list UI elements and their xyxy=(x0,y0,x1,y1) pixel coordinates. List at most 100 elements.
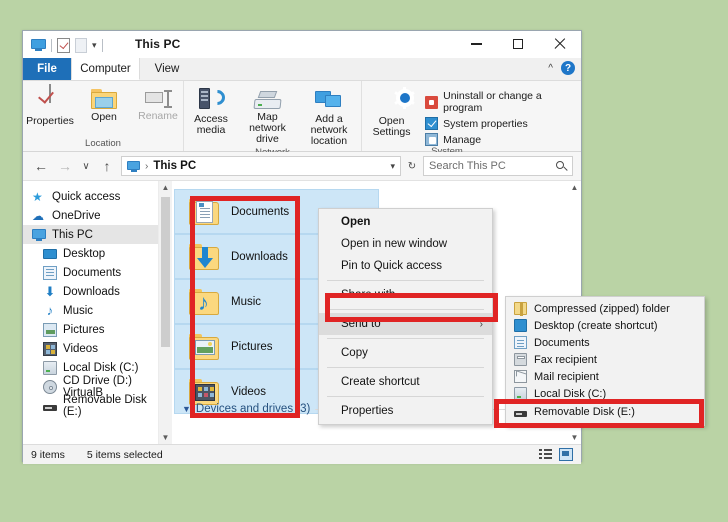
refresh-button[interactable]: ↻ xyxy=(405,156,419,176)
sidebar-item-pictures[interactable]: Pictures xyxy=(23,320,158,339)
new-folder-icon[interactable] xyxy=(75,37,87,53)
tab-file[interactable]: File xyxy=(23,58,71,80)
search-icon xyxy=(556,160,567,172)
maximize-button[interactable] xyxy=(497,31,539,57)
send-to-item-local-disk-c[interactable]: Local Disk (C:) xyxy=(506,385,704,402)
back-button[interactable]: ← xyxy=(31,156,51,176)
ribbon-group-location-items: Properties Open Rename xyxy=(23,81,183,127)
sidebar-item-removable-disk-e[interactable]: Removable Disk (E:) xyxy=(23,394,158,418)
context-menu-item-open-in-new-window[interactable]: Open in new window xyxy=(319,233,492,255)
context-menu-item-copy[interactable]: Copy xyxy=(319,342,492,364)
usb-drive-icon xyxy=(43,404,57,411)
videos-folder-icon xyxy=(189,378,221,406)
breadcrumb[interactable]: This PC xyxy=(153,160,196,172)
window-title: This PC xyxy=(135,37,181,51)
system-properties-icon xyxy=(425,117,439,130)
help-icon[interactable]: ? xyxy=(561,61,575,75)
scroll-up-icon[interactable]: ▲ xyxy=(159,181,172,194)
sidebar-item-documents[interactable]: Documents xyxy=(23,263,158,282)
title-bar: ▾ This PC xyxy=(23,31,581,58)
send-to-item-compressed-folder[interactable]: Compressed (zipped) folder xyxy=(506,300,704,317)
open-settings-button-label: Open Settings xyxy=(372,115,411,138)
sidebar-item-videos[interactable]: Videos xyxy=(23,339,158,358)
sidebar-item-quick-access[interactable]: ★ Quick access xyxy=(23,187,158,206)
downloads-folder-icon xyxy=(189,243,221,271)
sidebar-item-this-pc[interactable]: This PC xyxy=(23,225,158,244)
folder-tile-label: Downloads xyxy=(231,250,288,263)
add-network-location-button[interactable]: Add a network location xyxy=(297,85,361,147)
documents-icon xyxy=(43,265,57,280)
search-placeholder: Search This PC xyxy=(429,160,506,172)
desktop-icon xyxy=(43,247,57,261)
chevron-down-icon[interactable]: ▼ xyxy=(182,404,191,414)
send-to-item-fax-recipient[interactable]: Fax recipient xyxy=(506,351,704,368)
details-view-icon[interactable] xyxy=(539,448,553,461)
zip-icon xyxy=(514,302,527,316)
context-menu-item-send-to[interactable]: Send to › xyxy=(319,313,492,335)
open-folder-icon xyxy=(91,89,117,109)
ribbon-tab-strip: File Computer View ^ ? xyxy=(23,58,581,81)
context-menu-item-open[interactable]: Open xyxy=(319,211,492,233)
maximize-icon xyxy=(513,39,523,49)
send-to-item-removable-disk-e[interactable]: Removable Disk (E:) xyxy=(506,402,704,422)
send-to-item-documents[interactable]: Documents xyxy=(506,334,704,351)
screenshot-root: ▾ This PC File Computer View ^ ? Propert… xyxy=(0,0,728,522)
close-button[interactable] xyxy=(539,31,581,57)
chevron-down-icon[interactable]: ▾ xyxy=(390,161,395,172)
tab-computer[interactable]: Computer xyxy=(71,58,140,80)
system-properties-button[interactable]: System properties xyxy=(425,117,581,130)
minimize-button[interactable] xyxy=(455,31,497,57)
context-menu-separator xyxy=(327,338,484,339)
sidebar-item-music[interactable]: ♪ Music xyxy=(23,301,158,320)
open-settings-button[interactable]: Open Settings xyxy=(362,85,421,138)
large-icons-view-icon[interactable] xyxy=(559,448,573,461)
open-button[interactable]: Open xyxy=(77,85,131,123)
properties-icon[interactable] xyxy=(57,37,70,53)
send-to-item-label: Desktop (create shortcut) xyxy=(534,319,658,332)
manage-button[interactable]: Manage xyxy=(425,133,581,146)
address-bar: ← → ∨ ↑ › This PC ▾ ↻ Search This PC xyxy=(23,152,581,181)
context-menu-item-pin-to-quick-access[interactable]: Pin to Quick access xyxy=(319,255,492,277)
chevron-down-icon[interactable]: ▾ xyxy=(92,40,97,50)
send-to-item-label: Removable Disk (E:) xyxy=(534,406,635,418)
sidebar-item-desktop[interactable]: Desktop xyxy=(23,244,158,263)
send-to-submenu: Compressed (zipped) folder Desktop (crea… xyxy=(505,296,705,426)
window-controls xyxy=(455,31,581,57)
sidebar-item-downloads[interactable]: ⬇ Downloads xyxy=(23,282,158,301)
context-menu-item-share-with[interactable]: Share with › xyxy=(319,284,492,306)
forward-button[interactable]: → xyxy=(55,156,75,176)
send-to-item-label: Fax recipient xyxy=(534,353,597,366)
nav-pane-scrollbar[interactable]: ▲ ▼ xyxy=(158,181,172,444)
address-field[interactable]: › This PC ▾ xyxy=(121,156,401,176)
ribbon-group-location-label: Location xyxy=(85,138,121,149)
monitor-icon[interactable] xyxy=(31,38,46,52)
context-menu-item-properties[interactable]: Properties xyxy=(319,400,492,422)
context-menu-item-create-shortcut[interactable]: Create shortcut xyxy=(319,371,492,393)
context-menu-separator xyxy=(327,367,484,368)
system-properties-label: System properties xyxy=(443,117,528,130)
status-bar: 9 items 5 items selected xyxy=(23,444,581,464)
navigation-pane: ★ Quick access ☁ OneDrive This PC Desktop … xyxy=(23,181,158,444)
rename-button-label: Rename xyxy=(138,110,178,122)
rename-button[interactable]: Rename xyxy=(131,85,185,122)
access-media-button[interactable]: Access media xyxy=(184,85,238,136)
map-network-drive-button[interactable]: Map network drive xyxy=(238,85,297,145)
send-to-item-desktop[interactable]: Desktop (create shortcut) xyxy=(506,317,704,334)
properties-button[interactable]: Properties xyxy=(23,84,77,127)
recent-locations-button[interactable]: ∨ xyxy=(79,156,93,176)
context-menu-item-label: Send to xyxy=(341,318,381,330)
tab-view[interactable]: View xyxy=(141,58,193,80)
scrollbar-thumb[interactable] xyxy=(161,197,170,347)
mail-icon xyxy=(514,370,527,383)
scroll-down-icon[interactable]: ▼ xyxy=(568,431,581,444)
up-button[interactable]: ↑ xyxy=(97,156,117,176)
search-input[interactable]: Search This PC xyxy=(423,156,573,176)
send-to-item-mail-recipient[interactable]: Mail recipient xyxy=(506,368,704,385)
sidebar-item-onedrive[interactable]: ☁ OneDrive xyxy=(23,206,158,225)
properties-icon xyxy=(35,84,65,113)
folder-tile-label: Music xyxy=(231,295,262,308)
uninstall-program-button[interactable]: Uninstall or change a program xyxy=(425,90,581,114)
scroll-up-icon[interactable]: ▲ xyxy=(568,181,581,194)
scroll-down-icon[interactable]: ▼ xyxy=(159,431,172,444)
collapse-ribbon-icon[interactable]: ^ xyxy=(548,63,553,74)
